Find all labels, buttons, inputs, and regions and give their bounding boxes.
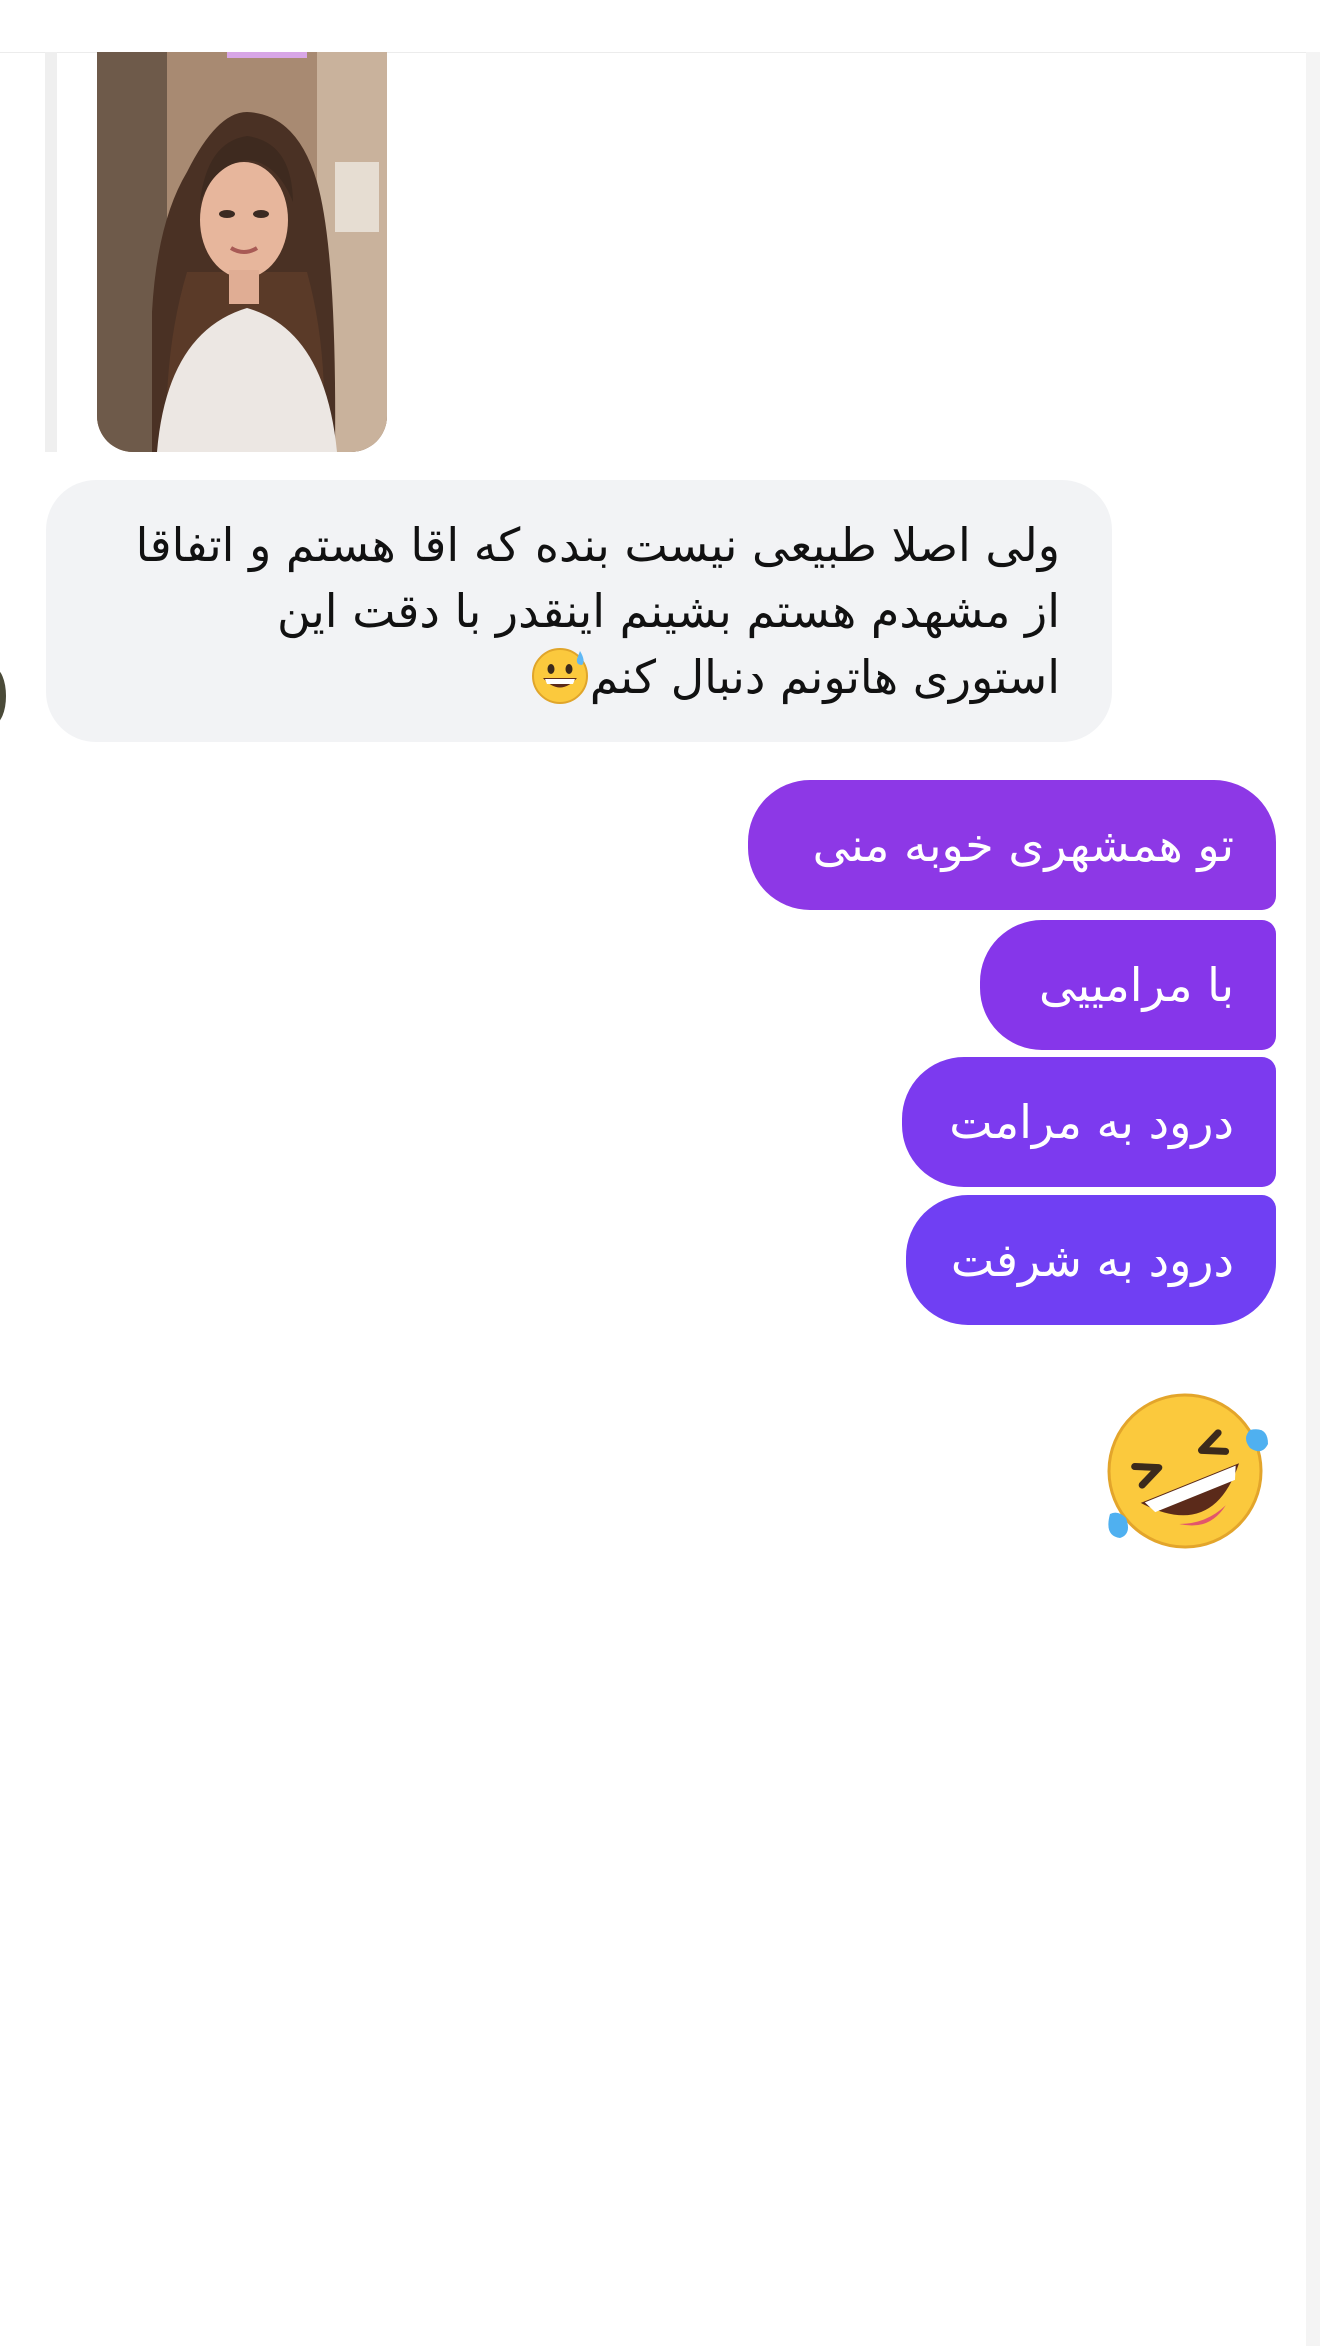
reply-indicator-line [45, 52, 57, 452]
incoming-message-text: استوری هاتونم دنبال کنم [589, 650, 1060, 704]
incoming-message-line: ولی اصلا طبیعی نیست بنده که اقا هستم و ا… [135, 518, 1060, 572]
story-reply-thumbnail[interactable] [97, 52, 387, 452]
incoming-message-line-last: استوری هاتونم دنبال کنم [86, 644, 1060, 710]
outgoing-message-bubble[interactable]: با مرامییی [980, 920, 1276, 1050]
outgoing-message-bubble[interactable]: درود به شرفت [906, 1195, 1276, 1325]
outgoing-message-bubble[interactable]: تو همشهری خوبه منی [748, 780, 1276, 910]
incoming-message-bubble[interactable]: ولی اصلا طبیعی نیست بنده که اقا هستم و ا… [46, 480, 1112, 742]
incoming-message-line: از مشهدم هستم بشینم اینقدر با دقت این [276, 584, 1060, 638]
rolling-laughing-emoji-icon[interactable] [1100, 1386, 1270, 1556]
scroll-track[interactable] [1306, 52, 1320, 2346]
grinning-sweat-emoji-icon [531, 648, 588, 704]
top-bar [0, 0, 1320, 53]
sender-avatar[interactable] [0, 668, 6, 724]
story-image [97, 52, 387, 452]
outgoing-message-bubble[interactable]: درود به مرامت [902, 1057, 1276, 1187]
